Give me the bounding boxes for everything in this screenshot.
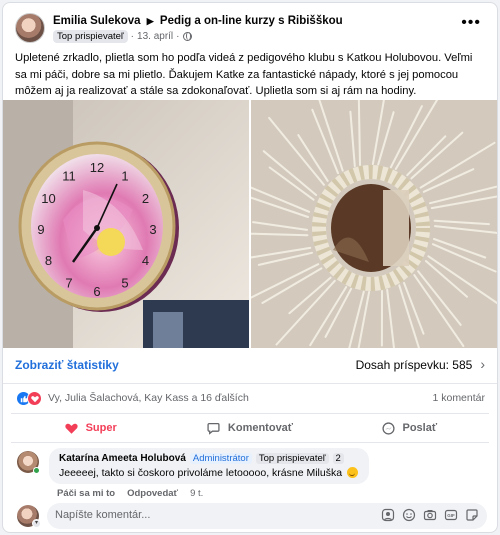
- clock-numeral: 5: [121, 276, 128, 291]
- post-card: Emilia Sulekova ▶ Pedig a on-line kurzy …: [2, 2, 498, 533]
- photo-mirror[interactable]: [251, 100, 497, 348]
- view-insights-link[interactable]: Zobraziť štatistiky: [15, 358, 119, 372]
- sticker-icon[interactable]: [465, 508, 479, 522]
- top-contributor-badge: Top prispievateľ: [255, 453, 329, 464]
- clock-numeral: 2: [142, 191, 149, 206]
- emoji-icon[interactable]: [402, 508, 416, 522]
- arrow-right-icon: ▶: [146, 16, 154, 26]
- online-status-dot: [33, 467, 40, 474]
- author-line: Emilia Sulekova ▶ Pedig a on-line kurzy …: [53, 15, 343, 27]
- clock-numeral: 8: [45, 253, 52, 268]
- meta-separator: ·: [130, 31, 135, 42]
- clock-numeral: 6: [93, 284, 100, 299]
- globe-icon: [182, 32, 192, 41]
- mirror-ray: [357, 100, 361, 166]
- comment-reply-button[interactable]: Odpovedať: [127, 488, 178, 499]
- clock-numeral: 10: [41, 191, 55, 206]
- meta-separator-2: ·: [176, 31, 180, 42]
- mirror-illustration: [251, 100, 497, 348]
- clock-numeral: 12: [90, 160, 104, 175]
- composer-icons: GIF: [381, 508, 479, 522]
- messenger-icon: [381, 421, 395, 435]
- clock-illustration: 12 12 3 45 6 78 9 10 11: [3, 100, 249, 348]
- reaction-summary: Vy, Julia Šalachová, Kay Kass a 16 ďalší…: [3, 385, 497, 413]
- author-avatar[interactable]: [15, 13, 45, 43]
- badge-count[interactable]: 2: [332, 453, 344, 464]
- comment-composer: ▾ Napíšte komentár... GIF: [17, 503, 487, 529]
- gif-icon[interactable]: GIF: [444, 508, 458, 522]
- avatar-sticker-icon[interactable]: [381, 508, 395, 522]
- post-text: Upletené zrkadlo, plietla som ho podľa v…: [15, 52, 473, 97]
- comment-time[interactable]: 9 t.: [190, 488, 203, 499]
- author-name[interactable]: Emilia Sulekova: [53, 15, 141, 27]
- clock-numeral: 7: [65, 276, 72, 291]
- reaction-icons[interactable]: [16, 391, 42, 406]
- comment-icon: [207, 422, 220, 435]
- super-label: Super: [85, 422, 117, 434]
- comment-actions: Páči sa mi to Odpovedať 9 t.: [57, 488, 203, 499]
- comment-count[interactable]: 1 komentár: [432, 392, 485, 404]
- super-button[interactable]: Super: [11, 414, 170, 442]
- post-reach-label: Dosah príspevku: 585: [355, 358, 473, 372]
- top-contributor-badge: Top prispievateľ: [53, 30, 128, 43]
- group-name[interactable]: Pedig a on-line kurzy s Ribišškou: [160, 15, 343, 27]
- photo-clock[interactable]: 12 1 2 3 4 5 6 7 8 9 10 11: [3, 100, 249, 348]
- post-date[interactable]: 13. apríl: [137, 31, 173, 42]
- comment-text: Jeeeeej, takto si čoskoro privoláme leto…: [59, 467, 343, 479]
- comment-author-line: Katarína Ameeta Holubová Administrátor T…: [59, 453, 359, 464]
- comment-text-line: Jeeeeej, takto si čoskoro privoláme leto…: [59, 467, 359, 479]
- clock-numeral: 1: [121, 168, 128, 183]
- post-header: Emilia Sulekova ▶ Pedig a on-line kurzy …: [15, 13, 487, 47]
- clock-numeral: 9: [37, 222, 44, 237]
- post-meta: Top prispievateľ · 13. apríl ·: [53, 30, 192, 43]
- more-options-button[interactable]: •••: [461, 15, 481, 31]
- comment-button[interactable]: Komentovať: [170, 414, 329, 442]
- clock-numeral: 3: [149, 222, 156, 237]
- share-label: Poslať: [402, 422, 438, 434]
- comment-label: Komentovať: [227, 422, 294, 434]
- clock-numeral: 4: [142, 253, 149, 268]
- heart-icon: [64, 423, 78, 434]
- chevron-right-icon: ›: [480, 356, 485, 372]
- camera-icon[interactable]: [423, 508, 437, 522]
- comment: Katarína Ameeta Holubová Administrátor T…: [17, 448, 487, 499]
- love-reaction-icon: [27, 391, 42, 406]
- action-bar: Super Komentovať Poslať: [11, 413, 489, 443]
- comment-like-button[interactable]: Páči sa mi to: [57, 488, 115, 499]
- reaction-names[interactable]: Vy, Julia Šalachová, Kay Kass a 16 ďalší…: [48, 392, 249, 404]
- comment-bubble: Katarína Ameeta Holubová Administrátor T…: [49, 448, 369, 484]
- comment-input[interactable]: Napíšte komentár... GIF: [47, 503, 487, 529]
- svg-text:GIF: GIF: [447, 513, 455, 518]
- share-button[interactable]: Poslať: [330, 414, 489, 442]
- photo-grid: 12 1 2 3 4 5 6 7 8 9 10 11: [3, 100, 497, 348]
- chevron-down-icon[interactable]: ▾: [32, 519, 41, 528]
- comment-author[interactable]: Katarína Ameeta Holubová: [59, 453, 186, 464]
- comment-placeholder: Napíšte komentár...: [55, 509, 151, 521]
- admin-badge: Administrátor: [189, 453, 252, 464]
- clock-numeral: 11: [62, 168, 76, 183]
- post-reach[interactable]: Dosah príspevku: 585 ›: [355, 356, 485, 372]
- stats-row: Zobraziť štatistiky Dosah príspevku: 585…: [3, 348, 497, 384]
- smile-emoji-icon: [346, 467, 358, 478]
